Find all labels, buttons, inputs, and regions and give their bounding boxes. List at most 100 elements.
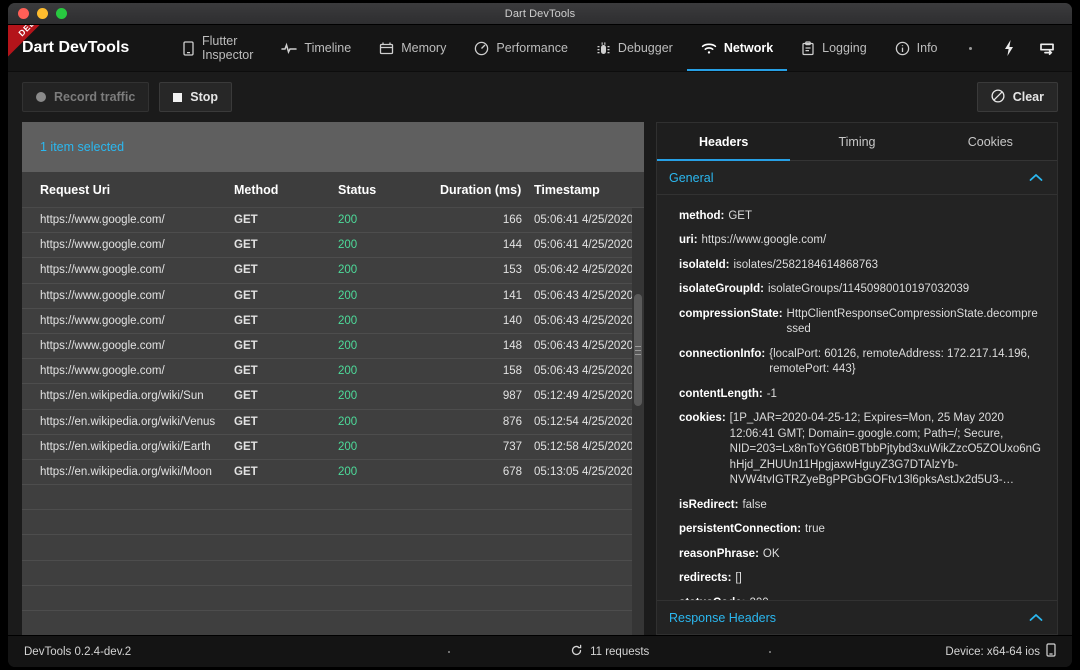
nav-tab-logging[interactable]: Logging [787,25,881,71]
cell-duration: 148 [434,340,522,352]
chevron-up-icon [1029,611,1043,625]
detail-entry-value: {localPort: 60126, remoteAddress: 172.21… [769,347,1043,378]
tab-label: Cookies [968,135,1013,149]
tab-timing[interactable]: Timing [790,123,923,160]
cell-method: GET [234,315,338,327]
cell-duration: 140 [434,315,522,327]
cell-method: GET [234,441,338,453]
table-row[interactable]: https://www.google.com/GET20014005:06:43… [22,309,644,334]
cell-duration: 141 [434,290,522,302]
cell-timestamp: 05:06:43 4/25/2020 [522,365,644,377]
detail-entry-key: connectionInfo: [679,347,765,378]
cell-duration: 158 [434,365,522,377]
nav-tab-network[interactable]: Network [687,25,787,71]
requests-scrollbar[interactable] [632,208,644,635]
tab-headers[interactable]: Headers [657,123,790,160]
cell-timestamp: 05:06:41 4/25/2020 [522,239,644,251]
column-header-timestamp[interactable]: Timestamp [522,183,644,197]
cell-status: 200 [338,315,434,327]
memory-chip-icon [379,41,394,55]
stop-button[interactable]: Stop [159,82,232,112]
table-row[interactable]: https://www.google.com/GET20016605:06:41… [22,208,644,233]
network-toolbar: Record traffic Stop Clear [8,72,1072,122]
phone-icon [182,41,195,56]
cell-request-uri: https://www.google.com/ [22,214,234,226]
device-label: Device: x64-64 ios [945,646,1040,658]
table-row[interactable]: https://www.google.com/GET20014805:06:43… [22,334,644,359]
table-row[interactable]: https://en.wikipedia.org/wiki/EarthGET20… [22,435,644,460]
info-circle-icon [895,41,910,56]
stop-icon [173,93,182,102]
device-refresh-icon[interactable] [1028,25,1066,72]
column-header-duration[interactable]: Duration (ms) [434,183,522,197]
cell-status: 200 [338,441,434,453]
cell-request-uri: https://www.google.com/ [22,290,234,302]
table-row[interactable]: https://www.google.com/GET20015305:06:42… [22,258,644,283]
nav-tab-debugger[interactable]: Debugger [582,25,687,71]
gear-icon[interactable] [1066,25,1072,72]
cell-request-uri: https://www.google.com/ [22,264,234,276]
refresh-icon [570,644,583,660]
tab-cookies[interactable]: Cookies [924,123,1057,160]
table-row[interactable]: https://en.wikipedia.org/wiki/MoonGET200… [22,460,644,485]
cell-method: GET [234,466,338,478]
general-section-header[interactable]: General [657,161,1057,195]
table-row[interactable]: https://www.google.com/GET20014105:06:43… [22,284,644,309]
tab-label: Headers [699,135,748,149]
detail-entry-key: cookies: [679,411,726,489]
cell-timestamp: 05:13:05 4/25/2020 [522,466,644,478]
cell-method: GET [234,390,338,402]
nav-tab-memory[interactable]: Memory [365,25,460,71]
table-row[interactable]: https://www.google.com/GET20014405:06:41… [22,233,644,258]
detail-entry-key: isolateGroupId: [679,282,764,298]
record-icon [36,92,46,102]
record-traffic-label: Record traffic [54,90,135,104]
general-entries: method:GETuri:https://www.google.com/iso… [657,195,1057,600]
detail-entry-value: GET [728,209,752,225]
detail-entry: method:GET [657,204,1057,229]
column-header-request-uri[interactable]: Request Uri [22,183,234,197]
cell-duration: 737 [434,441,522,453]
record-traffic-button[interactable]: Record traffic [22,82,149,112]
detail-entry-value: true [805,522,825,538]
pulse-icon [281,42,297,55]
response-headers-section-header[interactable]: Response Headers [657,600,1057,634]
nav-tab-list: Flutter Inspector Timeline Memory [168,25,1072,71]
detail-entry-key: redirects: [679,571,731,587]
cell-request-uri: https://en.wikipedia.org/wiki/Sun [22,390,234,402]
window-titlebar: Dart DevTools [8,3,1072,25]
detail-entry: persistentConnection:true [657,518,1057,543]
cell-timestamp: 05:06:43 4/25/2020 [522,340,644,352]
detail-entry-value: isolates/2582184614868763 [733,258,878,274]
column-header-status[interactable]: Status [338,183,434,197]
column-header-method[interactable]: Method [234,183,338,197]
detail-entry-key: reasonPhrase: [679,547,759,563]
detail-entry-value: [] [735,571,741,587]
selection-banner: 1 item selected [22,122,644,172]
nav-tab-info[interactable]: Info [881,25,952,71]
table-row[interactable]: https://en.wikipedia.org/wiki/VenusGET20… [22,410,644,435]
detail-entry-key: method: [679,209,724,225]
nav-tab-flutter-inspector[interactable]: Flutter Inspector [168,25,267,71]
nav-tab-timeline[interactable]: Timeline [267,25,365,71]
table-row-empty [22,485,644,510]
bolt-icon[interactable] [990,25,1028,72]
detail-entry-value: OK [763,547,780,563]
block-icon [991,89,1005,106]
requests-scrollbar-thumb[interactable] [634,294,642,406]
detail-entry: cookies:[1P_JAR=2020-04-25-12; Expires=M… [657,407,1057,494]
detail-entry-key: isRedirect: [679,498,738,514]
dot-separator-icon [952,25,990,72]
cell-status: 200 [338,340,434,352]
status-bar: DevTools 0.2.4-dev.2 11 requests Device:… [8,635,1072,667]
nav-tab-performance[interactable]: Performance [460,25,582,71]
table-row[interactable]: https://en.wikipedia.org/wiki/SunGET2009… [22,384,644,409]
cell-duration: 678 [434,466,522,478]
table-row-empty [22,535,644,560]
clear-button[interactable]: Clear [977,82,1058,112]
stop-label: Stop [190,90,218,104]
table-row[interactable]: https://www.google.com/GET20015805:06:43… [22,359,644,384]
status-separator-icon [769,651,771,653]
table-row-empty [22,510,644,535]
detail-entry-key: contentLength: [679,387,763,403]
